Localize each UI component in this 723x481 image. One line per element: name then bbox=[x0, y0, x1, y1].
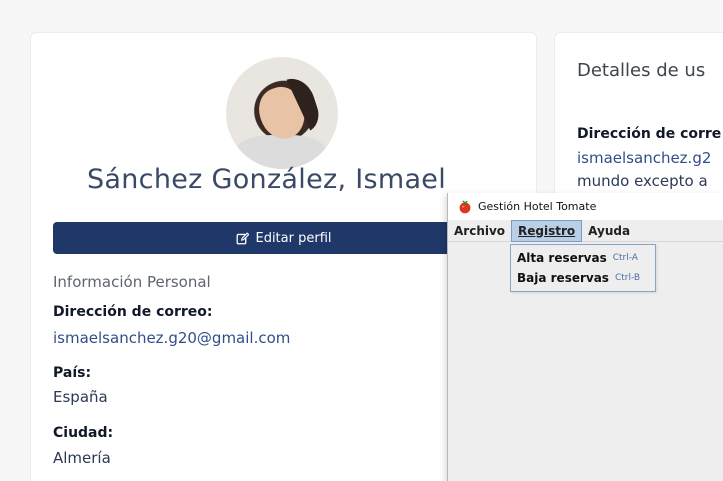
baja-reservas-label: Baja reservas bbox=[517, 271, 609, 285]
details-email-value[interactable]: ismaelsanchez.g2 bbox=[577, 149, 711, 167]
menu-ayuda[interactable]: Ayuda bbox=[582, 220, 636, 242]
city-value: Almería bbox=[53, 449, 111, 467]
city-label: Ciudad: bbox=[53, 425, 114, 441]
menu-registro[interactable]: Registro bbox=[511, 219, 583, 242]
country-value: España bbox=[53, 388, 108, 406]
email-value[interactable]: ismaelsanchez.g20@gmail.com bbox=[53, 329, 290, 347]
avatar bbox=[226, 57, 338, 169]
menu-item-alta-reservas[interactable]: Alta reservas Ctrl-A bbox=[511, 248, 655, 268]
baja-reservas-shortcut: Ctrl-B bbox=[614, 273, 641, 283]
email-label: Dirección de correo: bbox=[53, 304, 213, 320]
profile-name: Sánchez González, Ismael bbox=[86, 164, 447, 195]
details-title: Detalles de us bbox=[577, 60, 706, 81]
registro-dropdown: Alta reservas Ctrl-A Baja reservas Ctrl-… bbox=[510, 244, 656, 292]
country-label: País: bbox=[53, 365, 92, 381]
menu-item-baja-reservas[interactable]: Baja reservas Ctrl-B bbox=[511, 268, 655, 288]
alta-reservas-shortcut: Ctrl-A bbox=[612, 253, 638, 263]
edit-profile-label: Editar perfil bbox=[255, 230, 332, 246]
alta-reservas-label: Alta reservas bbox=[517, 251, 607, 265]
details-text: mundo excepto a bbox=[577, 172, 708, 190]
menu-archivo[interactable]: Archivo bbox=[448, 220, 511, 242]
tomato-icon bbox=[459, 200, 471, 213]
hotel-app-window[interactable]: Gestión Hotel Tomate Archivo Registro Ay… bbox=[447, 193, 723, 481]
edit-icon bbox=[237, 231, 250, 244]
window-title: Gestión Hotel Tomate bbox=[478, 200, 597, 213]
window-title-bar[interactable]: Gestión Hotel Tomate bbox=[448, 193, 723, 220]
menu-bar: Archivo Registro Ayuda bbox=[448, 219, 723, 242]
details-email-label: Dirección de corre bbox=[577, 126, 722, 142]
edit-profile-button[interactable]: Editar perfil bbox=[53, 222, 515, 254]
personal-info-title: Información Personal bbox=[53, 273, 211, 291]
